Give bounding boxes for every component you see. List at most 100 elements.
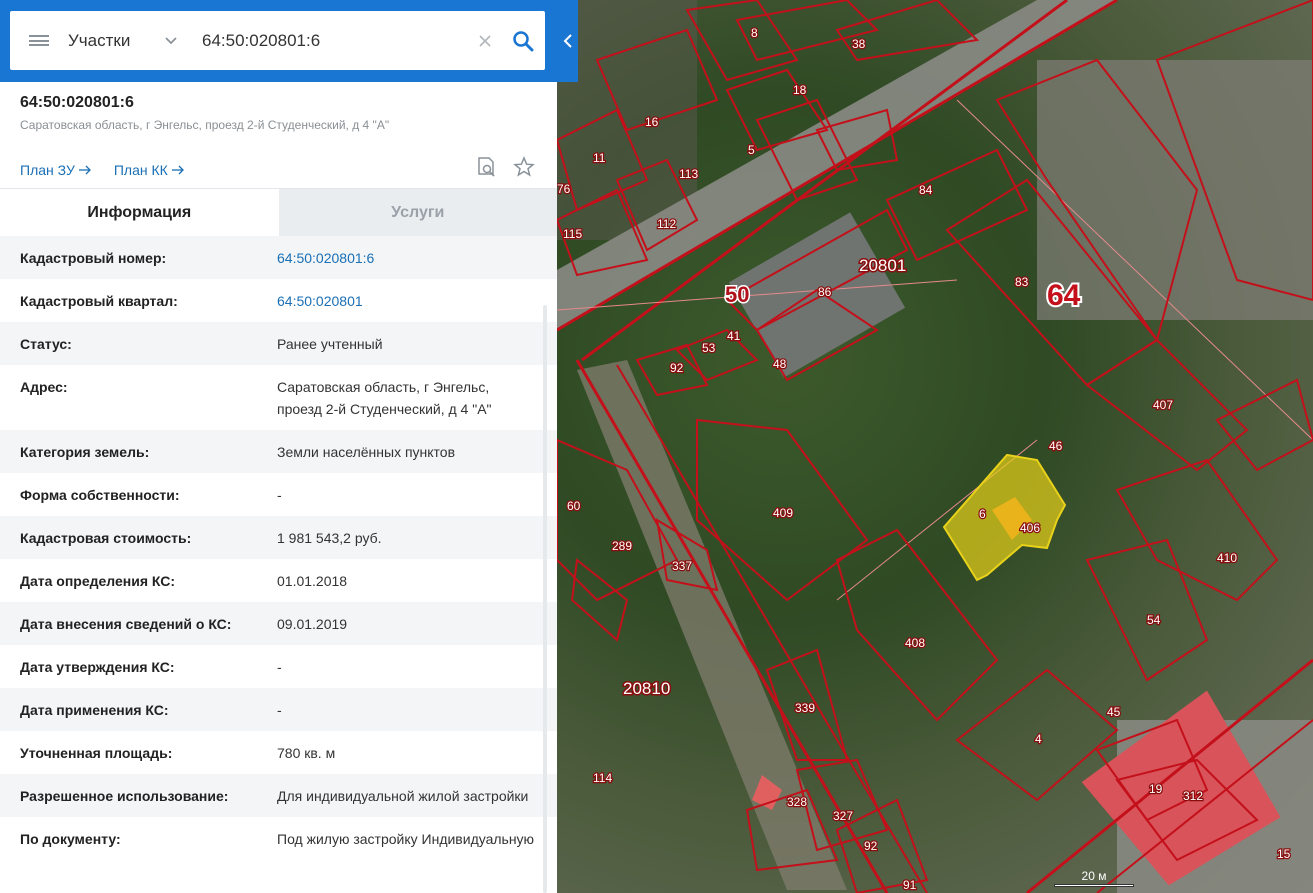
- info-key: Разрешенное использование:: [20, 788, 229, 804]
- info-key: Кадастровая стоимость:: [20, 530, 192, 546]
- menu-button[interactable]: [10, 11, 68, 70]
- object-number: 64:50:020801:6: [20, 94, 134, 111]
- parcel-label: 115: [563, 227, 582, 241]
- info-key: Дата внесения сведений о КС:: [20, 616, 232, 632]
- parcel-label: 410: [1217, 551, 1237, 565]
- map-canvas[interactable]: 20801 20810 50 64 8 38 18 16 11 5 113 76…: [557, 0, 1313, 893]
- info-row-land-category: Категория земель: Земли населённых пункт…: [0, 430, 557, 473]
- parcel-label: 4: [1035, 732, 1042, 746]
- search-icon: [513, 30, 534, 51]
- search-button[interactable]: [501, 30, 545, 52]
- info-panel: Участки 64:50:020801:6 Сарато: [0, 0, 557, 893]
- quarter-label-64: 64: [1047, 279, 1081, 312]
- parcel-label: 11: [593, 151, 606, 165]
- parcel-label: 86: [818, 285, 832, 299]
- star-icon[interactable]: [513, 156, 535, 178]
- info-key: По документу:: [20, 831, 121, 847]
- info-key: Дата применения КС:: [20, 702, 169, 718]
- cadastral-quarter-link[interactable]: 64:50:020801: [277, 290, 537, 312]
- info-key: Дата определения КС:: [20, 573, 176, 589]
- parcel-label: 54: [1147, 613, 1161, 627]
- plan-kk-link[interactable]: План КК: [114, 162, 185, 178]
- plan-links: План ЗУ План КК: [20, 162, 185, 178]
- parcel-label: 84: [919, 183, 933, 197]
- parcel-label: 337: [672, 559, 692, 573]
- parcel-label: 76: [557, 182, 571, 196]
- info-key: Категория земель:: [20, 444, 150, 460]
- object-header: 64:50:020801:6 Саратовская область, г Эн…: [0, 82, 557, 188]
- tab-services[interactable]: Услуги: [278, 189, 557, 236]
- info-key: Уточненная площадь:: [20, 745, 173, 761]
- collapse-panel-button[interactable]: [557, 0, 578, 82]
- search-bar: Участки: [0, 0, 557, 82]
- info-value: Ранее учтенный: [277, 336, 383, 352]
- info-row-permitted-use: Разрешенное использование: Для индивидуа…: [0, 774, 557, 817]
- info-key: Кадастровый номер:: [20, 250, 167, 266]
- header-actions: [475, 156, 535, 178]
- parcel-label: 328: [787, 795, 807, 809]
- parcel-label: 48: [773, 357, 787, 371]
- info-row-cadastral-value: Кадастровая стоимость: 1 981 543,2 руб.: [0, 516, 557, 559]
- clear-search-button[interactable]: [469, 34, 501, 48]
- scrollbar[interactable]: [543, 305, 547, 893]
- info-value: -: [277, 702, 282, 718]
- info-row-ownership: Форма собственности: -: [0, 473, 557, 516]
- parcel-label: 53: [702, 341, 716, 355]
- arrow-right-icon: [171, 165, 184, 175]
- info-row-approval-date: Дата утверждения КС: -: [0, 645, 557, 688]
- chevron-left-icon: [563, 34, 572, 48]
- info-value: -: [277, 659, 282, 675]
- info-value: Земли населённых пунктов: [277, 444, 456, 460]
- info-value: 01.01.2018: [277, 573, 348, 589]
- search-input[interactable]: [188, 11, 469, 70]
- info-value: Для индивидуальной жилой застройки: [277, 788, 529, 804]
- category-select[interactable]: Участки: [68, 31, 188, 51]
- document-search-icon[interactable]: [475, 156, 497, 178]
- parcel-label: 339: [795, 701, 815, 715]
- tab-information[interactable]: Информация: [0, 189, 279, 236]
- info-row-area: Уточненная площадь: 780 кв. м: [0, 731, 557, 774]
- plan-kk-label: План КК: [113, 162, 168, 178]
- parcel-label: 83: [1015, 275, 1029, 289]
- parcel-label: 38: [852, 37, 866, 51]
- chevron-down-icon: [165, 36, 177, 44]
- parcel-label: 45: [1107, 705, 1121, 719]
- info-row-entry-date: Дата внесения сведений о КС: 09.01.2019: [0, 602, 557, 645]
- info-key: Адрес:: [20, 379, 68, 395]
- parcel-label: 113: [679, 167, 698, 181]
- info-row-value-date: Дата определения КС: 01.01.2018: [0, 559, 557, 602]
- info-value: Под жилую застройку Индивидуальную: [277, 831, 535, 847]
- quarter-label-20810: 20810: [623, 679, 670, 698]
- info-value: 09.01.2019: [277, 616, 348, 632]
- plan-zu-label: План ЗУ: [20, 162, 75, 178]
- scale-bar: [1054, 884, 1134, 887]
- map-scale: 20 м: [1054, 869, 1134, 887]
- quarter-label-20801: 20801: [859, 256, 906, 275]
- cadastral-number-link[interactable]: 64:50:020801:6: [277, 247, 537, 269]
- info-value: -: [277, 487, 282, 503]
- cadastral-map[interactable]: 20801 20810 50 64 8 38 18 16 11 5 113 76…: [557, 0, 1313, 893]
- plan-zu-link[interactable]: План ЗУ: [20, 162, 92, 178]
- parcel-label: 18: [793, 83, 807, 97]
- info-row-cadastral-number: Кадастровый номер: 64:50:020801:6: [0, 236, 557, 279]
- parcel-label: 92: [864, 839, 878, 853]
- info-key: Дата утверждения КС:: [20, 659, 175, 675]
- parcel-label: 16: [645, 115, 659, 129]
- parcel-label: 114: [593, 771, 612, 785]
- object-address: Саратовская область, г Энгельс, проезд 2…: [20, 118, 390, 132]
- parcel-label: 406: [1020, 521, 1040, 535]
- parcel-label: 6: [979, 507, 986, 521]
- parcel-label: 289: [612, 539, 632, 553]
- parcel-label: 408: [905, 636, 925, 650]
- parcel-label: 91: [903, 878, 917, 892]
- parcel-label: 19: [1149, 782, 1163, 796]
- category-label: Участки: [68, 30, 131, 50]
- info-row-application-date: Дата применения КС: -: [0, 688, 557, 731]
- parcel-label: 46: [1049, 439, 1063, 453]
- search-box: Участки: [10, 11, 545, 70]
- info-key: Форма собственности:: [20, 487, 180, 503]
- info-value: 780 кв. м: [277, 745, 336, 761]
- parcel-label: 327: [833, 809, 853, 823]
- parcel-label: 8: [751, 26, 758, 40]
- info-key: Кадастровый квартал:: [20, 293, 178, 309]
